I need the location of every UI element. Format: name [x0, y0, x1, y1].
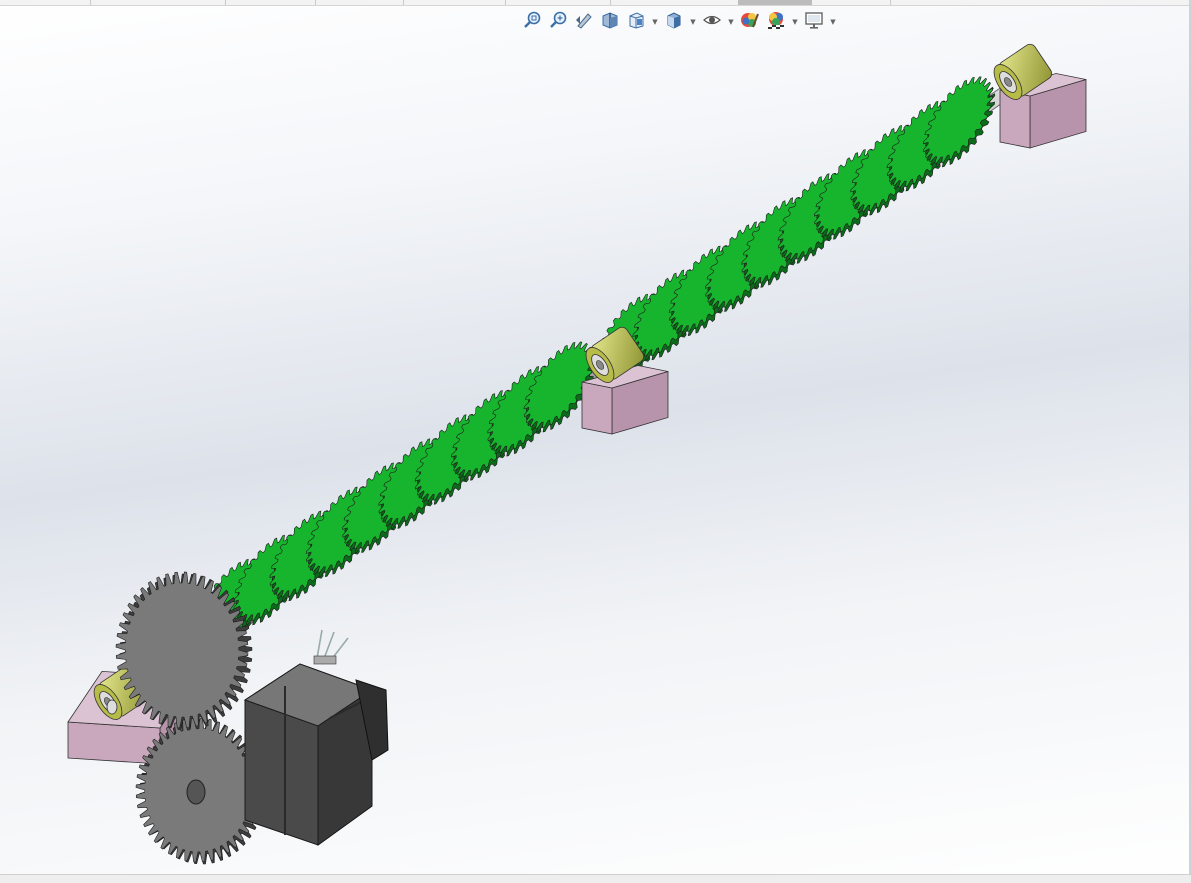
apply-scene-button[interactable]: [764, 9, 788, 35]
view-settings-button[interactable]: [802, 9, 826, 35]
view-orientation-button[interactable]: [624, 9, 648, 35]
model-scene[interactable]: [0, 0, 1191, 883]
heads-up-view-toolbar: ▼ ▼ ▼ ▼ ▼: [520, 8, 838, 36]
section-view-button[interactable]: [598, 9, 622, 35]
edit-appearance-icon: [740, 10, 760, 34]
chevron-down-icon[interactable]: ▼: [790, 9, 800, 35]
chevron-down-icon[interactable]: ▼: [650, 9, 660, 35]
hide-show-items-button[interactable]: [700, 9, 724, 35]
display-style-icon: [664, 10, 684, 34]
zoom-to-area-button[interactable]: [546, 9, 570, 35]
zoom-to-fit-icon: [522, 10, 542, 34]
section-view-icon: [600, 10, 620, 34]
previous-view-button[interactable]: [572, 9, 596, 35]
chevron-down-icon[interactable]: ▼: [688, 9, 698, 35]
view-settings-icon: [804, 10, 824, 34]
view-orientation-icon: [626, 10, 646, 34]
zoom-to-area-icon: [548, 10, 568, 34]
zoom-to-fit-button[interactable]: [520, 9, 544, 35]
apply-scene-icon: [766, 10, 786, 34]
chevron-down-icon[interactable]: ▼: [828, 9, 838, 35]
bottom-strip: [0, 874, 1191, 883]
gear-hub-hole: [186, 779, 206, 805]
gear-face: [115, 571, 249, 729]
stepper-motor[interactable]: [243, 629, 389, 846]
wire-connector: [313, 655, 337, 665]
hide-show-items-icon: [702, 10, 722, 34]
shaft-tip: [106, 699, 118, 715]
previous-view-icon: [574, 10, 594, 34]
block-front: [581, 381, 613, 435]
edit-appearance-button[interactable]: [738, 9, 762, 35]
display-style-button[interactable]: [662, 9, 686, 35]
graphics-area[interactable]: ▼ ▼ ▼ ▼ ▼: [0, 0, 1191, 883]
chevron-down-icon[interactable]: ▼: [726, 9, 736, 35]
